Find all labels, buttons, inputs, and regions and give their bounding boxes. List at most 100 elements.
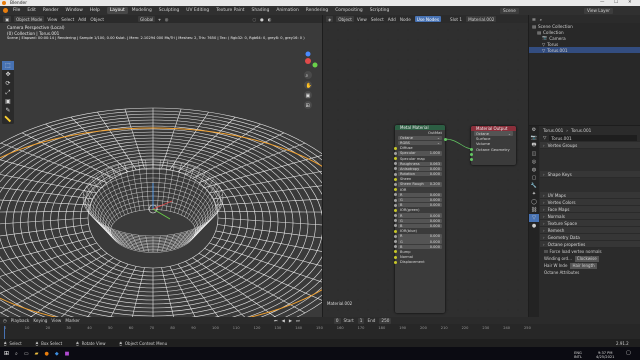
properties-panel-header[interactable]: › Face Maps (540, 206, 640, 213)
input-value[interactable]: 0.000 (430, 198, 440, 202)
particles-tab-icon[interactable]: ✦ (529, 190, 539, 198)
playhead[interactable] (4, 326, 5, 339)
menu-window[interactable]: Window (66, 8, 83, 13)
constraints-tab-icon[interactable]: ⛓ (529, 206, 539, 214)
proportional-icon[interactable]: ◎ (165, 17, 169, 22)
timeline-menu-playback[interactable]: Playback (11, 318, 30, 323)
metal-node-renderer-dropdown[interactable]: Octane ⌄ (398, 135, 442, 140)
shading-solid-icon[interactable]: ● (260, 17, 264, 22)
tab-rendering[interactable]: Rendering (303, 7, 331, 14)
scale-tool-icon[interactable]: ⤢ (2, 88, 14, 97)
input-socket[interactable] (393, 146, 397, 150)
hair-width-field[interactable]: Hair W Inde Hair length (540, 262, 640, 269)
rotate-tool-icon[interactable]: ⟳ (2, 79, 14, 88)
tab-modeling[interactable]: Modeling (129, 7, 155, 14)
input-socket[interactable] (393, 255, 397, 259)
input-socket[interactable] (393, 260, 397, 264)
input-socket[interactable] (393, 198, 397, 202)
viewport-menu-object[interactable]: Object (90, 17, 104, 22)
metal-node-input-row[interactable]: Displacement (393, 260, 445, 265)
taskbar-app-icon[interactable]: ◆ (55, 351, 59, 357)
input-value[interactable]: 0.200 (430, 182, 440, 186)
menu-file[interactable]: File (13, 8, 20, 13)
output-tab-icon[interactable]: 🖶 (529, 142, 539, 150)
editor-type-icon[interactable]: ▣ (3, 16, 11, 22)
viewport-menu-select[interactable]: Select (61, 17, 74, 22)
move-tool-icon[interactable]: ✥ (2, 70, 14, 79)
input-value[interactable]: 0.000 (430, 172, 440, 176)
snap-icon[interactable]: ⌖ (158, 17, 160, 22)
input-socket[interactable] (393, 245, 397, 249)
mesh-data-selector[interactable]: ▽ Torus.001 (540, 134, 640, 142)
input-socket[interactable] (393, 177, 397, 181)
taskbar-premiere-icon[interactable]: ■ (65, 351, 70, 357)
scene-selector[interactable]: Scene (500, 7, 519, 14)
notifications-icon[interactable]: ▢ (626, 350, 631, 356)
view-layer-tab-icon[interactable]: ◫ (529, 150, 539, 158)
input-value[interactable]: 0.000 (430, 224, 440, 228)
jump-start-icon[interactable]: ⏮ (274, 318, 278, 323)
outliner-editor-icon[interactable]: ☰ (532, 17, 536, 22)
mesh-data-name-field[interactable]: Torus.001 (549, 135, 637, 141)
input-value[interactable]: 0.000 (430, 167, 440, 171)
input-value[interactable]: 0.000 (430, 203, 440, 207)
tab-layout[interactable]: Layout (106, 7, 128, 14)
taskbar-clock[interactable]: 9:37 PM 4/25/2021 (596, 351, 614, 359)
close-button[interactable]: ✕ (628, 0, 632, 5)
view-layer-selector[interactable]: View Layer (584, 7, 613, 14)
annotate-tool-icon[interactable]: ✎ (2, 106, 14, 115)
tab-animation[interactable]: Animation (273, 7, 301, 14)
input-value[interactable]: 0.000 (430, 240, 440, 244)
menu-help[interactable]: Help (90, 8, 100, 13)
input-socket[interactable] (393, 151, 397, 155)
tab-sculpting[interactable]: Sculpting (156, 7, 183, 14)
tab-scripting[interactable]: Scripting (367, 7, 393, 14)
blender-menu-icon[interactable] (3, 8, 8, 13)
viewport-menu-add[interactable]: Add (78, 17, 86, 22)
taskbar-search-icon[interactable]: ⌕ (15, 351, 18, 357)
shading-wire-icon[interactable]: ◌ (252, 17, 256, 22)
input-socket[interactable] (393, 182, 397, 186)
physics-tab-icon[interactable]: ◯ (529, 198, 539, 206)
timeline-ruler[interactable]: 0 10 20 30 40 50 60 70 80 90 100 110 120 130 140 150 160… (0, 326, 640, 338)
play-icon[interactable]: ▶ (289, 318, 292, 323)
modifier-tab-icon[interactable]: 🔧 (529, 182, 539, 190)
input-socket[interactable] (393, 234, 397, 238)
input-value[interactable]: 0.000 (430, 245, 440, 249)
input-socket[interactable] (393, 188, 397, 192)
viewport-menu-view[interactable]: View (47, 17, 57, 22)
outliner-search-icon[interactable]: ⌕ (540, 17, 542, 22)
menu-edit[interactable]: Edit (27, 8, 36, 13)
current-frame-field[interactable]: 0 (333, 317, 341, 324)
maximize-button[interactable]: ☐ (614, 0, 618, 5)
input-value[interactable]: 0.000 (430, 219, 440, 223)
input-socket[interactable] (393, 208, 397, 212)
timeline-menu-view[interactable]: View (51, 318, 61, 323)
timeline-menu-keying[interactable]: Keying (33, 318, 47, 323)
timeline-menu-marker[interactable]: Marker (65, 318, 79, 323)
material-tab-icon[interactable]: ● (529, 222, 539, 230)
tab-shading[interactable]: Shading (249, 7, 273, 14)
transform-space-dropdown[interactable]: Global (137, 16, 156, 22)
taskbar-blender-icon[interactable]: ● (44, 351, 48, 357)
select-box-tool-icon[interactable]: ⬚ (2, 61, 14, 70)
input-socket[interactable] (393, 214, 397, 218)
transform-tool-icon[interactable]: ▣ (2, 97, 14, 106)
input-socket[interactable] (393, 162, 397, 166)
3d-viewport[interactable]: ▣ Object Mode View Select Add Object Glo… (0, 15, 322, 317)
metal-node-output-socket[interactable] (443, 137, 447, 141)
tab-uv-editing[interactable]: UV Editing (183, 7, 212, 14)
input-value[interactable]: 0.000 (430, 193, 440, 197)
input-socket[interactable] (393, 240, 397, 244)
shader-node-editor[interactable]: ◈ Object View Select Add Node Use Nodes … (323, 15, 528, 317)
input-value[interactable]: 0.000 (430, 234, 440, 238)
object-mode-dropdown[interactable]: Object Mode (13, 16, 45, 22)
properties-panel-header[interactable]: › Normals (540, 213, 640, 220)
input-socket[interactable] (393, 219, 397, 223)
tab-compositing[interactable]: Compositing (332, 7, 366, 14)
input-value[interactable]: 1.000 (430, 151, 440, 155)
outliner-item[interactable]: ▽ Torus.001 (529, 47, 640, 53)
material-output-node[interactable]: Material Output Octane ⌄ Surface Volume O… (471, 126, 516, 165)
properties-panel-header[interactable]: › Shape Keys (540, 171, 640, 178)
menu-render[interactable]: Render (43, 8, 59, 13)
